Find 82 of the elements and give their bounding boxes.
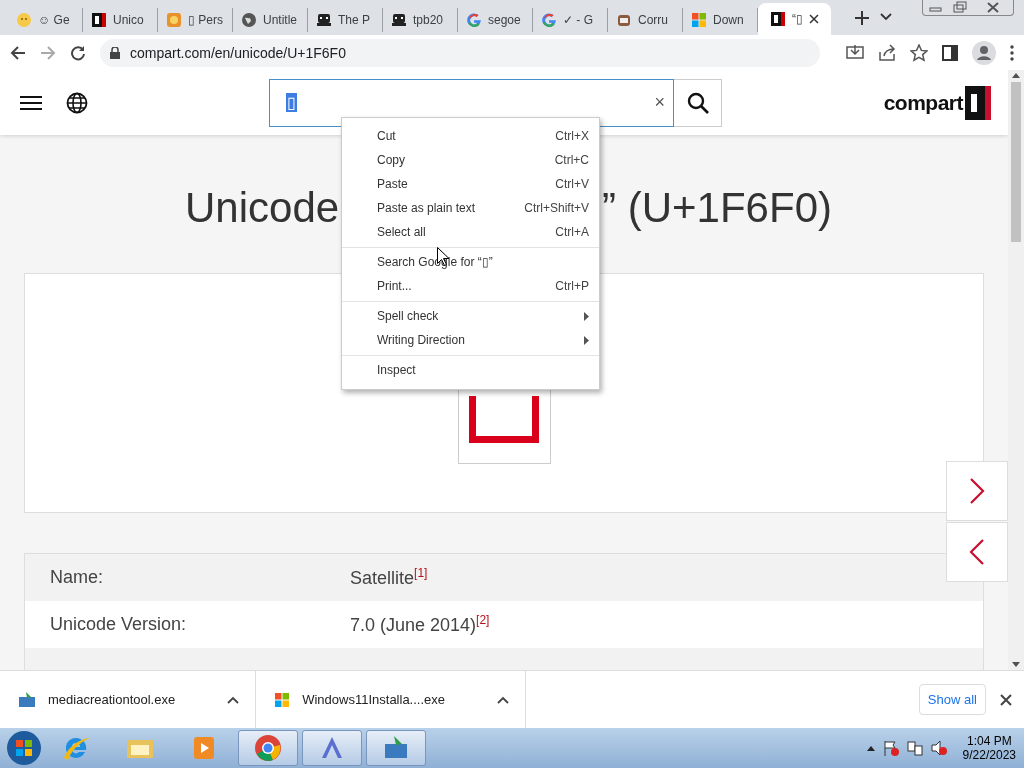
browser-icon [252,732,284,764]
menu-item[interactable]: Cut Ctrl+X [342,124,599,148]
browser-tab[interactable]: Unico [83,8,158,32]
jar-icon [616,12,632,28]
scroll-up-icon[interactable] [1012,72,1020,78]
menu-icon[interactable] [1010,44,1014,61]
submenu-arrow-icon [584,335,589,345]
logo-icon [770,11,786,27]
browser-tab[interactable]: The P [308,8,383,32]
logo-text[interactable]: compart [883,90,963,115]
browser-tab[interactable]: ☺ Ge [8,8,83,32]
logo-icon [91,12,107,28]
scroll-thumb[interactable] [1011,82,1021,242]
menu-item[interactable]: Print... Ctrl+P [342,274,599,298]
badge-icon [166,12,182,28]
address-text[interactable]: compart.com/en/unicode/U+1F6F0 [130,44,346,61]
clock-time[interactable]: 1:04 PM [966,734,1012,748]
browser-tab[interactable]: segoe [458,8,533,32]
menu-item[interactable]: Paste as plain text Ctrl+Shift+V [342,196,599,220]
browser-tab[interactable]: Untitle [233,8,308,32]
speaker-icon[interactable] [930,740,947,756]
google-icon [466,12,482,28]
windows-icon [274,691,291,708]
close-icon[interactable] [1000,693,1012,706]
submenu-arrow-icon [584,311,589,321]
chevron-down-icon[interactable] [880,13,892,21]
browser-tab[interactable]: ▯ Pers [158,8,233,32]
browser-tab[interactable]: ✓ - G [533,8,608,32]
lock-icon [110,46,120,59]
logo-icon [965,85,991,120]
plus-icon[interactable] [855,11,869,25]
property-value: Satellite$^{[1]}$ [350,566,428,589]
search-button[interactable] [674,78,722,127]
property-value: 7.0 (June 2014)$^{[2]}$ [350,613,490,636]
property-label: Name: [50,567,104,588]
installer-icon [18,690,36,709]
taskbar-button[interactable] [302,730,362,766]
show-all-button[interactable]: Show all [918,684,986,715]
flag-icon[interactable] [882,740,899,756]
tray-up-icon[interactable] [866,745,875,751]
chevron-left-icon [969,538,985,566]
robot-icon [316,12,332,28]
browser-tab[interactable]: Down [683,8,758,32]
menu-item[interactable]: Writing Direction [342,328,599,352]
side-panel-icon[interactable] [942,44,958,61]
menu-item[interactable]: Copy Ctrl+C [342,148,599,172]
scroll-down-icon[interactable] [1012,662,1020,668]
reload-icon[interactable] [70,44,86,61]
profile-icon[interactable] [972,40,996,65]
download-icon[interactable] [846,43,864,62]
back-icon[interactable] [10,44,26,61]
chevron-right-icon [969,477,985,505]
globe-icon[interactable] [66,91,88,114]
chevron-up-icon[interactable] [227,695,240,704]
start-orb-icon[interactable] [6,730,42,766]
browser-tab[interactable]: Corru [608,8,683,32]
taskbar-button[interactable] [238,730,298,766]
page-title: ” (U+1F6F0) [602,184,832,232]
menu-item[interactable]: Select all Ctrl+A [342,220,599,244]
star-icon[interactable] [910,43,928,62]
taskbar-button[interactable] [366,730,426,766]
page-title: Unicode [185,184,340,232]
menu-item[interactable]: Inspect [342,358,599,382]
property-label: Unicode Version: [50,614,188,635]
clock-date[interactable]: 9/22/2023 [962,748,1016,762]
windows-icon [691,12,707,28]
google-icon [541,12,557,28]
smiley-icon [16,12,32,28]
browser-tab[interactable]: “▯ [758,3,831,35]
menu-item[interactable]: Spell check [342,304,599,328]
robot-icon [391,12,407,28]
close-icon[interactable] [809,14,819,24]
network-icon[interactable] [906,740,923,756]
browser-tab[interactable]: tpb20 [383,8,458,32]
search-icon [686,91,709,114]
chevron-up-icon[interactable] [497,695,510,704]
clear-button[interactable]: × [654,92,665,113]
menu-icon[interactable] [20,94,42,111]
globe-icon [241,12,257,28]
glyph-icon [469,396,539,443]
menu-item[interactable]: Paste Ctrl+V [342,172,599,196]
share-icon[interactable] [878,43,896,62]
